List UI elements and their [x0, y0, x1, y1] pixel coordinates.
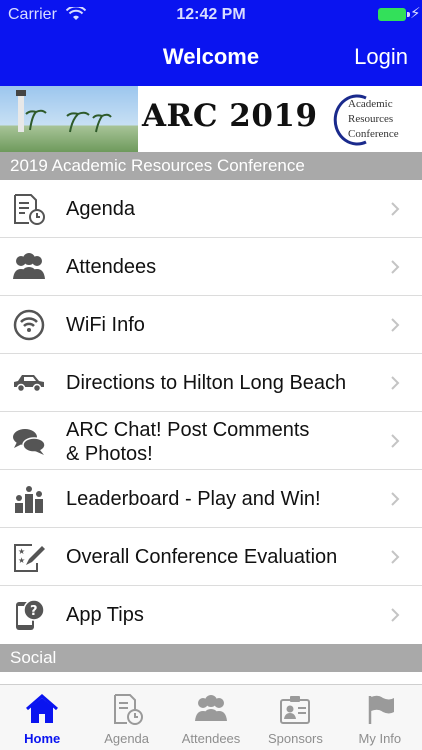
- menu-item-label: Leaderboard - Play and Win!: [66, 488, 321, 510]
- chat-icon: [13, 429, 46, 455]
- menu-item-label-line-1: ARC Chat! Post Comments: [66, 419, 310, 441]
- menu-list: Agenda Attendees WiFi Info Directions to…: [0, 180, 422, 644]
- car-icon: [14, 375, 44, 393]
- agenda-icon: [113, 694, 143, 725]
- tab-label: My Info: [358, 731, 402, 746]
- top-bar: Carrier 12:42 PM ⚡ Welcome Login: [0, 0, 422, 86]
- menu-item-label: Agenda: [66, 198, 135, 220]
- chevron-right-icon: [391, 492, 400, 506]
- menu-item-label: ARC Chat! Post Comments & Photos!: [66, 412, 376, 470]
- menu-item-directions[interactable]: Directions to Hilton Long Beach: [0, 354, 422, 412]
- battery-icon: [378, 8, 406, 21]
- chevron-right-icon: [391, 608, 400, 622]
- chevron-right-icon: [391, 260, 400, 274]
- menu-item-label-line-2: & Photos!: [66, 443, 153, 465]
- tab-agenda[interactable]: Agenda: [84, 685, 168, 750]
- leaderboard-icon: [15, 486, 43, 513]
- tab-label: Home: [24, 731, 61, 746]
- menu-item-arc-chat[interactable]: ARC Chat! Post Comments & Photos!: [0, 412, 422, 470]
- wifi-icon: [13, 309, 45, 341]
- menu-item-label: Directions to Hilton Long Beach: [66, 372, 347, 394]
- menu-item-label: WiFi Info: [66, 314, 145, 336]
- logo-line-2: Resources: [348, 113, 394, 125]
- conference-section-header: 2019 Academic Resources Conference: [0, 152, 422, 180]
- menu-item-agenda[interactable]: Agenda: [0, 180, 422, 238]
- sponsors-icon: [280, 696, 311, 724]
- tab-attendees[interactable]: Attendees: [169, 685, 253, 750]
- attendees-icon: [195, 695, 228, 721]
- menu-item-label: Attendees: [66, 256, 157, 278]
- chevron-right-icon: [391, 376, 400, 390]
- svg-text:★: ★: [18, 547, 25, 556]
- chevron-right-icon: [391, 434, 400, 448]
- attendees-icon: [13, 253, 45, 279]
- app-tips-icon: ?: [16, 599, 45, 630]
- tab-my-info[interactable]: My Info: [338, 685, 422, 750]
- home-icon: [26, 694, 59, 723]
- menu-item-label: App Tips: [66, 604, 144, 626]
- chevron-right-icon: [391, 550, 400, 564]
- evaluation-icon: ★ ★: [14, 544, 45, 572]
- status-bar: Carrier 12:42 PM ⚡: [0, 0, 422, 30]
- svg-text:★: ★: [18, 556, 25, 565]
- tab-sponsors[interactable]: Sponsors: [253, 685, 337, 750]
- menu-item-wifi[interactable]: WiFi Info: [0, 296, 422, 354]
- charging-icon: ⚡: [410, 5, 421, 22]
- tab-home[interactable]: Home: [0, 685, 84, 750]
- chevron-right-icon: [391, 318, 400, 332]
- svg-text:?: ?: [30, 604, 38, 619]
- menu-item-attendees[interactable]: Attendees: [0, 238, 422, 296]
- login-button[interactable]: Login: [354, 44, 408, 70]
- lighthouse-photo: [0, 86, 138, 152]
- agenda-icon: [14, 194, 45, 225]
- menu-item-evaluation[interactable]: ★ ★ Overall Conference Evaluation: [0, 528, 422, 586]
- tab-bar: Home Agenda Attendees Sponsors My Info: [0, 684, 422, 750]
- tab-label: Agenda: [104, 731, 150, 746]
- menu-item-leaderboard[interactable]: Leaderboard - Play and Win!: [0, 470, 422, 528]
- conference-banner: ARC 2019 Academic Resources Conference: [0, 86, 422, 152]
- social-section-header: Social: [0, 644, 422, 672]
- banner-title: ARC 2019: [142, 98, 318, 134]
- menu-item-app-tips[interactable]: ? App Tips: [0, 586, 422, 644]
- status-time: 12:42 PM: [176, 6, 246, 23]
- chevron-right-icon: [391, 202, 400, 216]
- tab-label: Attendees: [181, 731, 241, 746]
- flag-icon: [368, 695, 394, 724]
- tab-label: Sponsors: [267, 731, 323, 746]
- logo-line-1: Academic: [348, 98, 393, 110]
- logo-line-3: Conference: [348, 128, 399, 140]
- menu-item-label: Overall Conference Evaluation: [66, 546, 338, 568]
